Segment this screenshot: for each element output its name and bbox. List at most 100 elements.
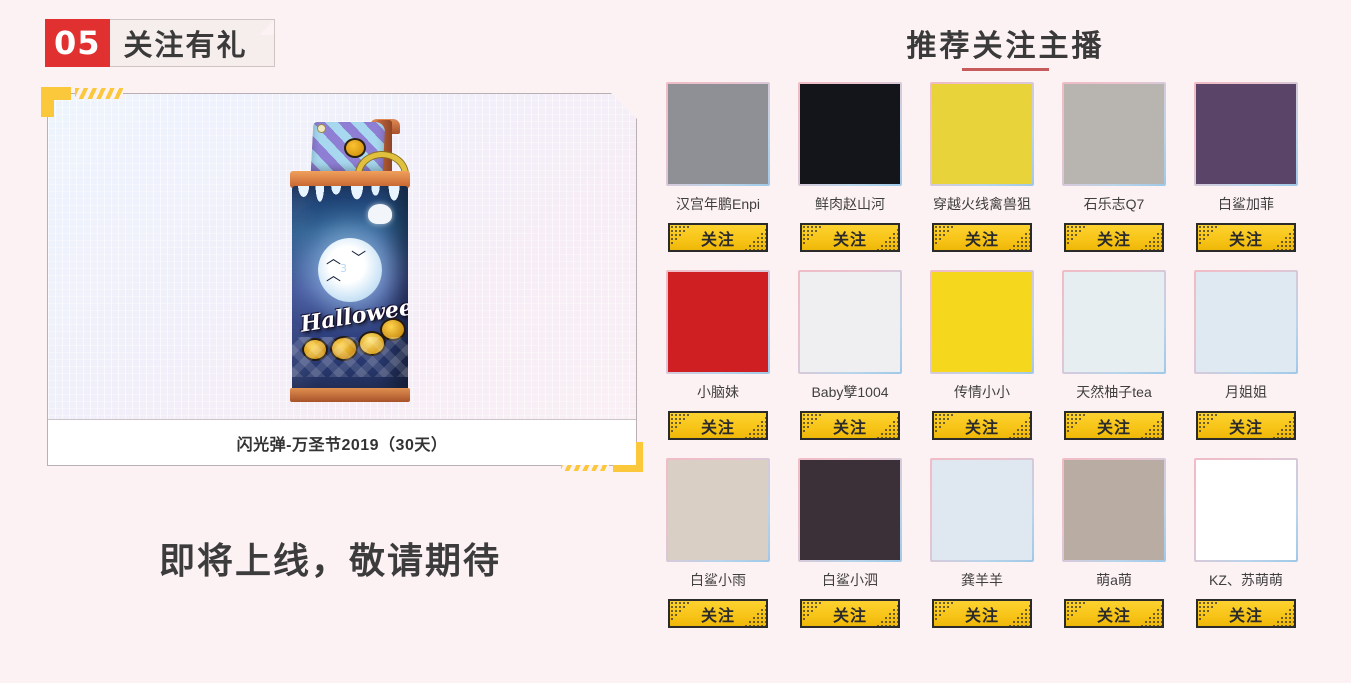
avatar[interactable] [800,84,900,184]
corner-decoration-top-left [41,87,71,117]
follow-button[interactable]: 关注 [1196,223,1296,252]
streamer-card: 萌a萌关注 [1056,458,1172,628]
streamer-card: 小脑妹 关注 [660,270,776,440]
follow-button[interactable]: 关注 [1196,411,1296,440]
follow-button-label: 关注 [1228,419,1263,437]
ghost-icon [368,204,392,224]
follow-button[interactable]: 关注 [800,599,900,628]
follow-button[interactable]: 关注 [668,223,768,252]
follow-button[interactable]: 关注 [1064,599,1164,628]
avatar-frame[interactable] [666,270,770,374]
streamer-nickname: 石乐志Q7 [1083,196,1145,212]
streamer-row: 小脑妹 关注 Baby孼1004 关注 传情小小 关注 天然柚子tea 关注 月姐姐 关注 [660,270,1351,440]
avatar-frame[interactable] [798,270,902,374]
bat-icons: ︿ ﹀ ︿ [326,250,370,284]
gift-card: 3 ︿ ﹀ ︿ Halloween 闪光弹-万圣节2019（30天） [41,87,643,472]
streamer-nickname: 白鲨小泗 [822,572,878,588]
avatar[interactable] [800,460,900,560]
coming-soon-text: 即将上线，敬请期待 [158,540,501,581]
streamer-nickname: 小脑妹 [697,384,739,400]
streamer-nickname: KZ、苏萌萌 [1209,572,1283,588]
avatar-frame[interactable] [1062,82,1166,186]
gift-item-label-bar: 闪光弹-万圣节2019（30天） [48,419,636,465]
avatar-frame[interactable] [798,82,902,186]
follow-button-label: 关注 [964,231,999,249]
section-title: 关注有礼 [123,30,248,62]
follow-button[interactable]: 关注 [1064,223,1164,252]
follow-button-label: 关注 [700,607,735,625]
follow-button-label: 关注 [1228,607,1263,625]
streamer-card: 穿越火线禽兽狙 关注 [924,82,1040,252]
avatar[interactable] [800,272,900,372]
streamer-card: 月姐姐 关注 [1188,270,1304,440]
follow-button[interactable]: 关注 [668,411,768,440]
streamer-card: 天然柚子tea 关注 [1056,270,1172,440]
avatar[interactable] [1064,84,1164,184]
avatar[interactable] [668,272,768,372]
streamer-card: 石乐志Q7 关注 [1056,82,1172,252]
streamer-nickname: 汉宫年鹏Enpi [675,196,761,212]
gift-item-name: 闪光弹-万圣节2019（30天） [236,436,448,454]
grenade-pin-dot [317,124,326,133]
streamer-card: 传情小小 关注 [924,270,1040,440]
streamer-card: 白鲨小雨 关注 [660,458,776,628]
follow-button[interactable]: 关注 [800,223,900,252]
follow-button-label: 关注 [1096,607,1131,625]
streamer-card: 白鲨加菲 关注 [1188,82,1304,252]
follow-button[interactable]: 关注 [1064,411,1164,440]
avatar[interactable] [932,272,1032,372]
avatar-frame[interactable] [1194,458,1298,562]
follow-button[interactable]: 关注 [932,223,1032,252]
streamer-nickname: 天然柚子tea [1076,384,1152,400]
streamer-nickname: 传情小小 [954,384,1010,400]
avatar[interactable] [1064,460,1164,560]
follow-button[interactable]: 关注 [932,411,1032,440]
right-column: 推荐关注主播 汉宫年鹏Enpi 关注 鲜肉赵山河 关注 穿越火线禽兽狙 关注 石乐志Q7 关注… [660,0,1351,683]
avatar[interactable] [932,460,1032,560]
follow-button[interactable]: 关注 [1196,599,1296,628]
diamond-pattern [292,337,408,377]
left-column: 05 关注有礼 3 ︿ ﹀ ︿ Halloween 闪光弹-万圣节2019（30… [0,0,660,683]
recommend-title: 推荐关注主播 [907,21,1105,71]
avatar-frame[interactable] [930,458,1034,562]
streamer-nickname: Baby孼1004 [811,384,889,400]
section-header: 05 关注有礼 [45,19,275,67]
avatar[interactable] [932,84,1032,184]
avatar-frame[interactable] [666,82,770,186]
avatar-frame[interactable] [1194,82,1298,186]
pumpkin-icon-small [344,138,366,158]
avatar-frame[interactable] [930,270,1034,374]
avatar[interactable] [668,460,768,560]
avatar[interactable] [1196,84,1296,184]
streamer-nickname: 白鲨小雨 [690,572,746,588]
avatar-frame[interactable] [798,458,902,562]
streamer-nickname: 月姐姐 [1225,384,1267,400]
streamer-card: KZ、苏萌萌 关注 [1188,458,1304,628]
streamer-card: Baby孼1004 关注 [792,270,908,440]
streamer-nickname: 萌a萌 [1096,572,1132,588]
follow-button[interactable]: 关注 [932,599,1032,628]
avatar-frame[interactable] [1062,458,1166,562]
follow-button-label: 关注 [700,231,735,249]
page-root: 05 关注有礼 3 ︿ ﹀ ︿ Halloween 闪光弹-万圣节2019（30… [0,0,1351,683]
section-number-badge: 05 [45,19,110,67]
follow-button-label: 关注 [1096,231,1131,249]
avatar-frame[interactable] [1062,270,1166,374]
streamer-nickname: 穿越火线禽兽狙 [933,196,1031,212]
avatar-frame[interactable] [1194,270,1298,374]
avatar[interactable] [1064,272,1164,372]
follow-button[interactable]: 关注 [668,599,768,628]
avatar-frame[interactable] [930,82,1034,186]
avatar[interactable] [668,84,768,184]
section-title-plate: 关注有礼 [109,19,275,67]
streamer-grid: 汉宫年鹏Enpi 关注 鲜肉赵山河 关注 穿越火线禽兽狙 关注 石乐志Q7 关注 白鲨加菲 关注小… [660,82,1351,646]
streamer-card: 鲜肉赵山河 关注 [792,82,908,252]
streamer-nickname: 鲜肉赵山河 [815,196,885,212]
grenade-base [290,388,410,402]
follow-button[interactable]: 关注 [800,411,900,440]
grenade-body: 3 ︿ ﹀ ︿ Halloween [292,186,408,391]
avatar[interactable] [1196,460,1296,560]
avatar-frame[interactable] [666,458,770,562]
streamer-row: 白鲨小雨 关注 白鲨小泗 关注 龚羊羊 关注 萌a萌 关注 KZ、苏萌萌 关注 [660,458,1351,628]
avatar[interactable] [1196,272,1296,372]
